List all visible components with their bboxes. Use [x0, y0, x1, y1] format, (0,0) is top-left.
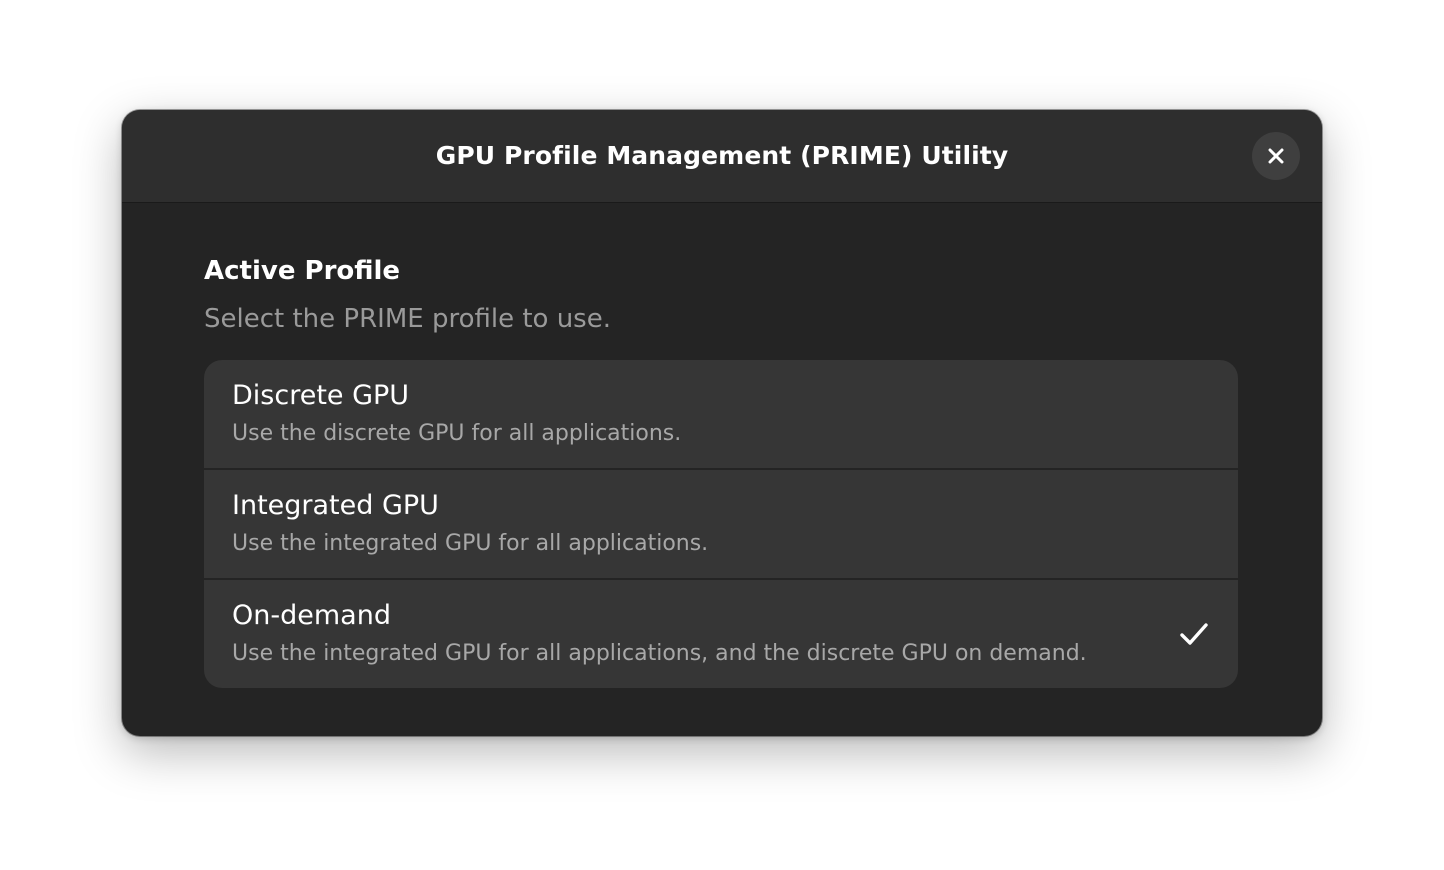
profile-row-discrete[interactable]: Discrete GPU Use the discrete GPU for al…: [204, 360, 1238, 468]
checkmark-icon: [1178, 620, 1210, 648]
profile-list: Discrete GPU Use the discrete GPU for al…: [204, 360, 1238, 688]
profile-subtitle: Use the discrete GPU for all application…: [232, 421, 682, 446]
profile-title: Discrete GPU: [232, 380, 410, 411]
close-icon: [1267, 147, 1285, 165]
profile-subtitle: Use the integrated GPU for all applicati…: [232, 641, 1087, 666]
group-description: Select the PRIME profile to use.: [204, 304, 611, 334]
profile-title: On-demand: [232, 600, 391, 631]
close-button[interactable]: [1252, 132, 1300, 180]
profile-title: Integrated GPU: [232, 490, 439, 521]
header-bar: GPU Profile Management (PRIME) Utility: [122, 110, 1322, 203]
profile-row-integrated[interactable]: Integrated GPU Use the integrated GPU fo…: [204, 468, 1238, 578]
group-title: Active Profile: [204, 256, 401, 286]
profile-subtitle: Use the integrated GPU for all applicati…: [232, 531, 709, 556]
profile-row-on-demand[interactable]: On-demand Use the integrated GPU for all…: [204, 578, 1238, 688]
window-title: GPU Profile Management (PRIME) Utility: [435, 141, 1009, 170]
prime-utility-window: GPU Profile Management (PRIME) Utility A…: [122, 110, 1322, 736]
